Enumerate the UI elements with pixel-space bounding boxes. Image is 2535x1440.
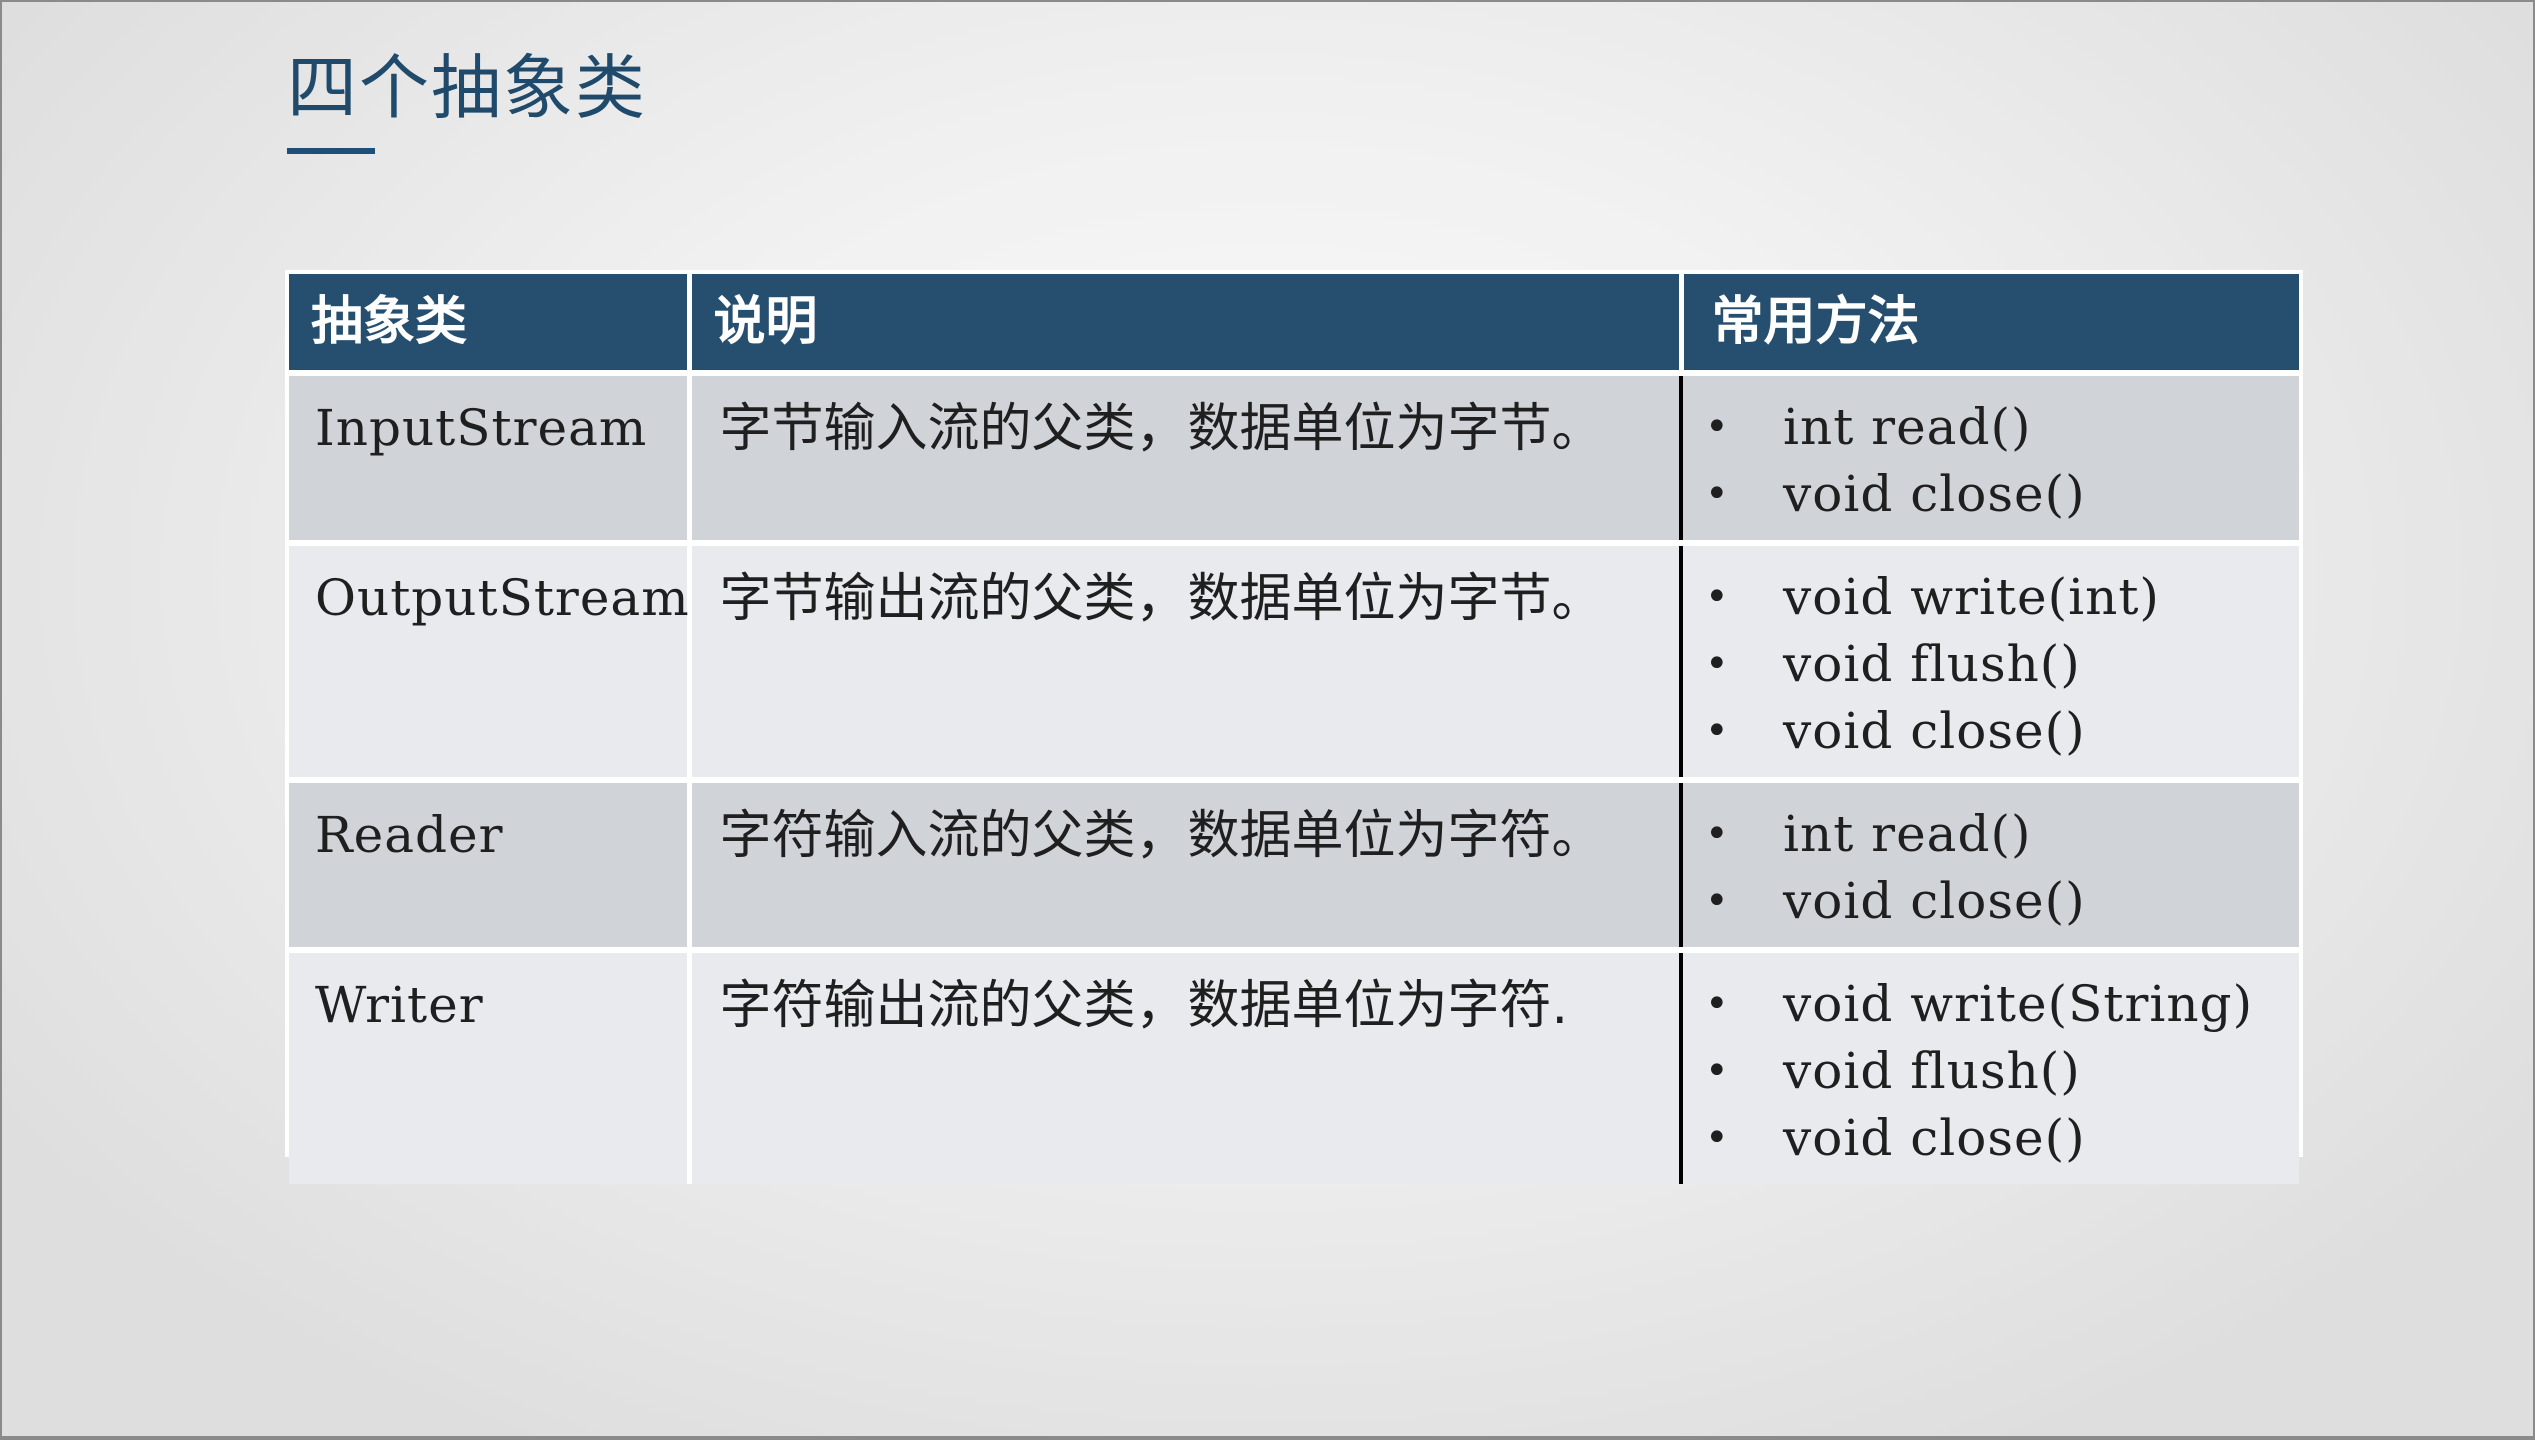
methods-cell: • int read() • void close() bbox=[1679, 370, 2299, 543]
method-signature: void write(String) bbox=[1783, 975, 2254, 1033]
class-name-cell: Reader bbox=[289, 777, 692, 950]
method-signature: void close() bbox=[1783, 465, 2086, 523]
class-description: 字符输出流的父类，数据单位为字符. bbox=[719, 976, 1569, 1036]
class-name: Reader bbox=[315, 806, 504, 864]
description-cell: 字节输出流的父类，数据单位为字节。 bbox=[689, 540, 1681, 780]
table-row: Writer 字符输出流的父类，数据单位为字符. • void write(Str… bbox=[289, 947, 2299, 1184]
class-name-cell: Writer bbox=[289, 947, 692, 1184]
method-item: • void write(int) bbox=[1683, 564, 2299, 631]
header-description: 说明 bbox=[689, 274, 1684, 373]
bullet-icon: • bbox=[1705, 1115, 1730, 1161]
header-abstract-class: 抽象类 bbox=[289, 274, 692, 373]
class-name: InputStream bbox=[315, 399, 648, 457]
abstract-classes-table: 抽象类 说明 常用方法 InputStream 字节输入流的父类，数据单位为字节… bbox=[285, 270, 2303, 1184]
methods-cell: • void write(String) • void flush() • void … bbox=[1679, 947, 2299, 1184]
method-item: • int read() bbox=[1683, 801, 2299, 868]
table-header-row: 抽象类 说明 常用方法 bbox=[289, 274, 2299, 373]
method-item: • void close() bbox=[1683, 1105, 2299, 1172]
method-list: • int read() • void close() bbox=[1683, 376, 2299, 540]
table-row: InputStream 字节输入流的父类，数据单位为字节。 • int read(… bbox=[289, 370, 2299, 543]
bullet-icon: • bbox=[1705, 404, 1730, 450]
methods-cell: • void write(int) • void flush() • void clo… bbox=[1679, 540, 2299, 780]
bullet-icon: • bbox=[1705, 471, 1730, 517]
class-description: 字符输入流的父类，数据单位为字符。 bbox=[719, 806, 1604, 866]
bullet-icon: • bbox=[1705, 574, 1730, 620]
method-signature: int read() bbox=[1783, 398, 2032, 456]
methods-cell: • int read() • void close() bbox=[1679, 777, 2299, 950]
description-cell: 字节输入流的父类，数据单位为字节。 bbox=[689, 370, 1681, 543]
bullet-icon: • bbox=[1705, 878, 1730, 924]
method-item: • void flush() bbox=[1683, 631, 2299, 698]
table: 抽象类 说明 常用方法 InputStream 字节输入流的父类，数据单位为字节… bbox=[289, 274, 2299, 1184]
header-common-methods: 常用方法 bbox=[1681, 274, 2299, 373]
class-name-cell: OutputStream bbox=[289, 540, 692, 780]
description-cell: 字符输出流的父类，数据单位为字符. bbox=[689, 947, 1681, 1184]
method-item: • void close() bbox=[1683, 868, 2299, 935]
method-list: • void write(String) • void flush() • void … bbox=[1683, 953, 2299, 1184]
class-description: 字节输入流的父类，数据单位为字节。 bbox=[719, 399, 1604, 459]
method-signature: void flush() bbox=[1783, 635, 2081, 693]
method-item: • void write(String) bbox=[1683, 971, 2299, 1038]
method-item: • void flush() bbox=[1683, 1038, 2299, 1105]
slide-title: 四个抽象类 bbox=[287, 47, 647, 129]
method-list: • void write(int) • void flush() • void clo… bbox=[1683, 546, 2299, 777]
bullet-icon: • bbox=[1705, 1048, 1730, 1094]
method-signature: int read() bbox=[1783, 805, 2032, 863]
bullet-icon: • bbox=[1705, 641, 1730, 687]
method-signature: void flush() bbox=[1783, 1042, 2081, 1100]
table-row: OutputStream 字节输出流的父类，数据单位为字节。 • void wri… bbox=[289, 540, 2299, 780]
class-name: OutputStream bbox=[315, 569, 690, 627]
slide: 四个抽象类 抽象类 说明 常用方法 InputStream 字节输入流的父类，数… bbox=[2, 2, 2533, 1436]
method-item: • void close() bbox=[1683, 698, 2299, 765]
title-underline bbox=[287, 148, 375, 154]
method-signature: void write(int) bbox=[1783, 568, 2160, 626]
method-list: • int read() • void close() bbox=[1683, 783, 2299, 947]
bullet-icon: • bbox=[1705, 811, 1730, 857]
class-name: Writer bbox=[315, 976, 484, 1034]
bullet-icon: • bbox=[1705, 981, 1730, 1027]
class-description: 字节输出流的父类，数据单位为字节。 bbox=[719, 569, 1604, 629]
bullet-icon: • bbox=[1705, 708, 1730, 754]
description-cell: 字符输入流的父类，数据单位为字符。 bbox=[689, 777, 1681, 950]
class-name-cell: InputStream bbox=[289, 370, 692, 543]
table-row: Reader 字符输入流的父类，数据单位为字符。 • int read() • vo… bbox=[289, 777, 2299, 950]
method-item: • int read() bbox=[1683, 394, 2299, 461]
method-item: • void close() bbox=[1683, 461, 2299, 528]
method-signature: void close() bbox=[1783, 1109, 2086, 1167]
method-signature: void close() bbox=[1783, 702, 2086, 760]
method-signature: void close() bbox=[1783, 872, 2086, 930]
